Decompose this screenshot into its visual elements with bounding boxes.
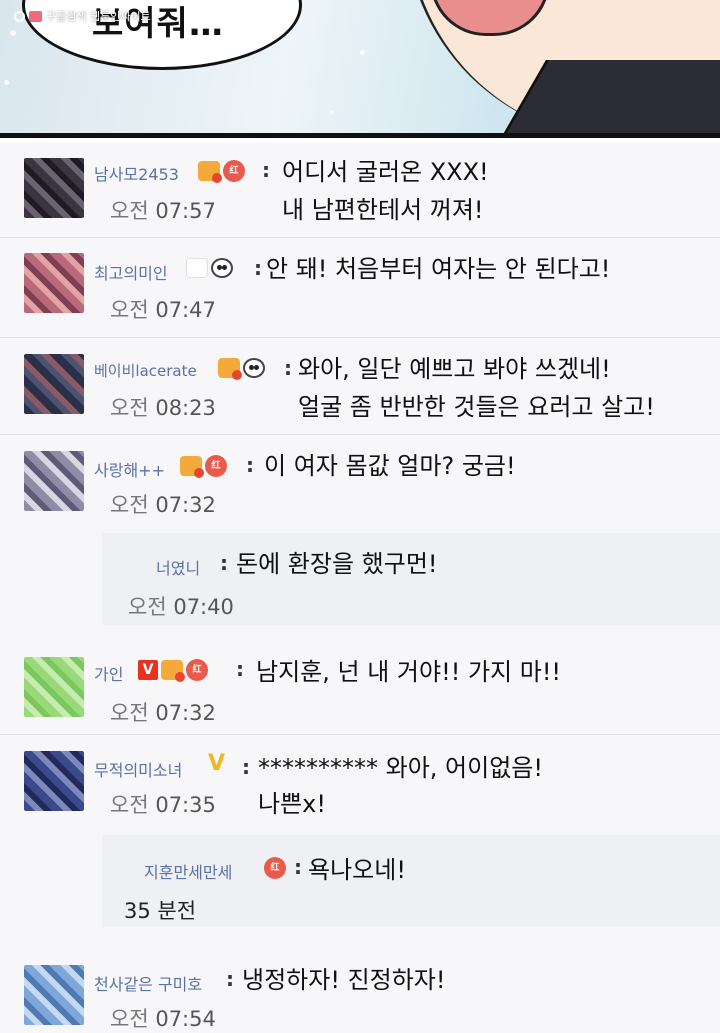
time-prefix: 오전 [110, 793, 149, 817]
comment-text-line2: 나쁜x! [258, 790, 326, 818]
colon-separator: : [236, 657, 244, 681]
comment-author[interactable]: 사랑해++ [94, 457, 165, 481]
webtoon-icon [29, 10, 42, 22]
time-value: 07:54 [155, 1007, 216, 1031]
comment-author[interactable]: 천사같은 구미호 [94, 971, 202, 995]
comment-time: 오전 08:23 [110, 392, 216, 422]
reply-item: 지훈만세만세 红 : 욕나오네! 35 분전 [102, 835, 720, 927]
time-value: 08:23 [155, 396, 216, 420]
comment-item: 천사같은 구미호 : 냉정하자! 진정하자! 오전 07:54 [0, 953, 720, 1033]
time-value: 07:47 [155, 298, 216, 322]
comment-item: 무적의미소녀 V : ********** 와아, 어이없음! 나쁜x! 오전 … [0, 735, 720, 825]
badge-group: 红 [180, 455, 227, 478]
colon-separator: : [246, 453, 254, 477]
panda-badge-icon [211, 258, 233, 278]
reply-author[interactable]: 지훈만세만세 [144, 859, 232, 883]
avatar[interactable] [24, 253, 84, 313]
crown-badge-icon [198, 161, 222, 183]
panda-badge-icon [243, 358, 265, 378]
comment-text-line2: 내 남편한테서 꺼져! [282, 196, 484, 224]
comment-time: 오전 07:32 [110, 489, 216, 519]
colon-separator: : [254, 256, 262, 280]
comment-text: 안 돼! 처음부터 여자는 안 된다고! [266, 255, 611, 283]
avatar[interactable] [24, 158, 84, 218]
comment-text: 냉정하자! 진정하자! [242, 966, 446, 994]
comment-list: 남사모2453 红 : 어디서 굴러온 XXX! 내 남편한테서 꺼져! 오전 … [0, 143, 720, 1033]
comment-item: 가인 V 红 : 남지훈, 넌 내 거야!! 가지 마!! 오전 07:32 [0, 641, 720, 735]
watermark: 구글검색 웹툰인싸이트 [14, 8, 151, 24]
comment-text-line2: 얼굴 좀 반반한 것들은 요러고 살고! [298, 393, 655, 421]
comment-time: 오전 07:35 [110, 789, 216, 819]
comment-item: 남사모2453 红 : 어디서 굴러온 XXX! 내 남편한테서 꺼져! 오전 … [0, 143, 720, 238]
comment-text: 와아, 일단 예쁘고 봐야 쓰겠네! [298, 355, 611, 383]
comment-text: 이 여자 몸값 얼마? 궁금! [264, 452, 516, 480]
time-prefix: 오전 [128, 595, 167, 619]
avatar[interactable] [24, 657, 84, 717]
comment-text: 남지훈, 넌 내 거야!! 가지 마!! [256, 658, 562, 686]
time-prefix: 오전 [110, 199, 149, 223]
comic-panel: 보여줘… 구글검색 웹툰인싸이트 [0, 0, 720, 138]
comment-author[interactable]: 최고의미인 [94, 260, 168, 284]
time-prefix: 오전 [110, 1007, 149, 1031]
badge-group [186, 258, 233, 278]
comment-text: ********** 와아, 어이없음! [258, 754, 543, 782]
comment-author[interactable]: 가인 [94, 661, 123, 685]
comment-author[interactable]: 무적의미소녀 [94, 757, 182, 781]
watermark-text: 구글검색 웹툰인싸이트 [46, 10, 151, 23]
time-value: 07:32 [155, 493, 216, 517]
time-prefix: 오전 [110, 298, 149, 322]
crown-badge-icon [218, 358, 242, 380]
time-value: 07:35 [155, 793, 216, 817]
avatar[interactable] [24, 354, 84, 414]
colon-separator: : [294, 855, 302, 879]
comment-item: 베이비lacerate : 와아, 일단 예쁘고 봐야 쓰겠네! 얼굴 좀 반반… [0, 338, 720, 435]
reply-text: 욕나오네! [308, 856, 406, 884]
reply-author[interactable]: 너였니 [156, 555, 200, 579]
time-value: 07:40 [173, 595, 234, 619]
google-icon [14, 10, 25, 22]
colon-separator: : [220, 551, 228, 575]
colon-separator: : [242, 755, 250, 779]
badge-group [218, 358, 265, 380]
comment-item: 사랑해++ 红 : 이 여자 몸값 얼마? 궁금! 오전 07:32 [0, 435, 720, 520]
avatar[interactable] [24, 751, 84, 811]
comment-author[interactable]: 남사모2453 [94, 161, 179, 185]
gold-v-badge-icon: V [208, 751, 226, 776]
badge-group: V [208, 751, 225, 776]
time-value: 07:57 [155, 199, 216, 223]
comment-author[interactable]: 베이비lacerate [94, 360, 197, 381]
comment-time: 오전 07:54 [110, 1003, 216, 1033]
time-value: 07:32 [155, 701, 216, 725]
time-prefix: 오전 [110, 396, 149, 420]
comment-time: 오전 07:47 [110, 294, 216, 324]
red-badge-icon: 红 [205, 455, 227, 477]
crown-badge-icon [180, 456, 204, 478]
badge-group: V 红 [138, 659, 208, 682]
avatar[interactable] [24, 965, 84, 1025]
colon-separator: : [226, 967, 234, 991]
reply-text: 돈에 환장을 했구먼! [236, 550, 438, 578]
time-prefix: 오전 [110, 701, 149, 725]
red-badge-icon: 红 [223, 160, 245, 182]
reply-item: 너였니 : 돈에 환장을 했구먼! 오전 07:40 [102, 533, 720, 625]
comment-time: 오전 07:57 [110, 195, 216, 225]
avatar[interactable] [24, 451, 84, 511]
red-badge-icon: 红 [186, 659, 208, 681]
reply-time: 오전 07:40 [128, 591, 234, 621]
time-prefix: 오전 [110, 493, 149, 517]
reply-time: 35 분전 [124, 899, 197, 923]
comment-text: 어디서 굴러온 XXX! [282, 158, 489, 186]
badge-group: 红 [198, 160, 245, 183]
crown-badge-icon [161, 660, 185, 682]
red-badge-icon: 红 [264, 857, 286, 879]
v-badge-icon: V [138, 660, 158, 680]
colon-separator: : [284, 356, 292, 380]
blank-badge-icon [186, 258, 208, 278]
comment-item: 최고의미인 : 안 돼! 처음부터 여자는 안 된다고! 오전 07:47 [0, 238, 720, 338]
comment-time: 오전 07:32 [110, 697, 216, 727]
colon-separator: : [262, 158, 270, 182]
badge-group: 红 [264, 857, 286, 879]
